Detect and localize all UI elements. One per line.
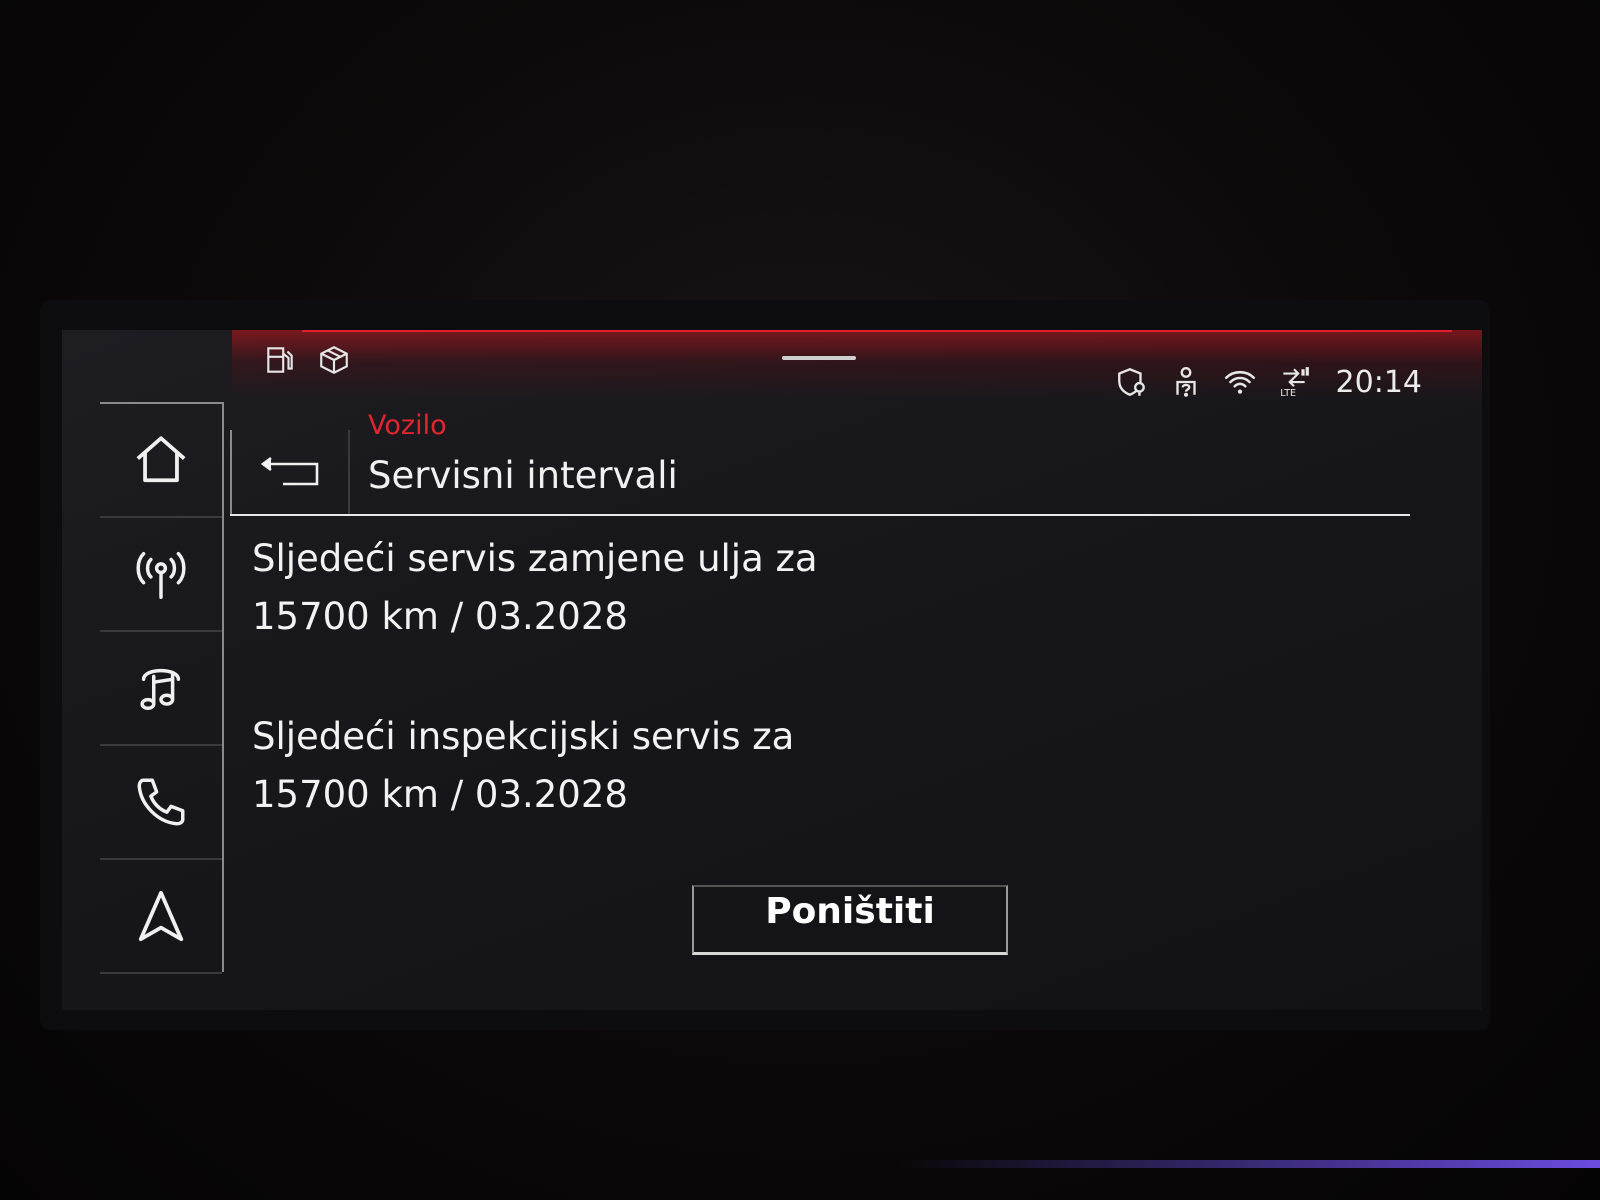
clock: 20:14	[1335, 364, 1422, 400]
pull-down-handle[interactable]	[782, 356, 856, 360]
inspection-service-entry: Sljedeći inspekcijski servis za 15700 km…	[252, 708, 818, 824]
page-title: Servisni intervali	[368, 454, 678, 497]
page-header: Vozilo Servisni intervali	[230, 410, 1410, 522]
status-bar-right: LTE 20:14	[1114, 364, 1422, 400]
lte-signal-icon[interactable]: LTE	[1276, 364, 1312, 400]
sidebar-item-home[interactable]	[100, 402, 222, 518]
home-icon	[136, 436, 186, 483]
oil-service-label: Sljedeći servis zamjene ulja za	[252, 537, 818, 580]
infotainment-screen: LTE 20:14 Vozilo Servisni intervali Slje…	[62, 330, 1482, 1010]
inspection-service-label: Sljedeći inspekcijski servis za	[252, 715, 795, 758]
top-accent-line	[302, 330, 1452, 332]
sidebar-item-navigation[interactable]	[100, 860, 222, 974]
oil-service-value: 15700 km / 03.2028	[252, 595, 628, 638]
fuel-pump-icon[interactable]	[262, 342, 298, 378]
sidebar-item-radio[interactable]	[100, 518, 222, 632]
back-arrow-icon	[260, 456, 319, 486]
music-note-icon	[140, 668, 181, 711]
inspection-service-value: 15700 km / 03.2028	[252, 773, 628, 816]
person-question-icon[interactable]	[1168, 364, 1204, 400]
breadcrumb: Vozilo	[368, 410, 447, 441]
oil-service-entry: Sljedeći servis zamjene ulja za 15700 km…	[252, 530, 818, 646]
wifi-icon[interactable]	[1222, 364, 1258, 400]
cube-icon[interactable]	[316, 342, 352, 378]
service-intervals-list: Sljedeći servis zamjene ulja za 15700 km…	[252, 530, 818, 886]
phone-icon	[137, 778, 185, 826]
header-divider	[230, 514, 1410, 516]
svg-text:LTE: LTE	[1280, 388, 1296, 399]
sidebar-item-phone[interactable]	[100, 746, 222, 860]
shield-location-icon[interactable]	[1114, 364, 1150, 400]
sidebar-item-media[interactable]	[100, 632, 222, 746]
reset-button[interactable]: Poništiti	[692, 885, 1008, 955]
radio-antenna-icon	[136, 551, 186, 599]
ambient-light-strip	[900, 1160, 1600, 1168]
navigation-arrow-icon	[138, 890, 184, 942]
sidebar	[100, 402, 224, 974]
status-bar-left	[262, 342, 352, 378]
back-button[interactable]	[230, 430, 350, 514]
